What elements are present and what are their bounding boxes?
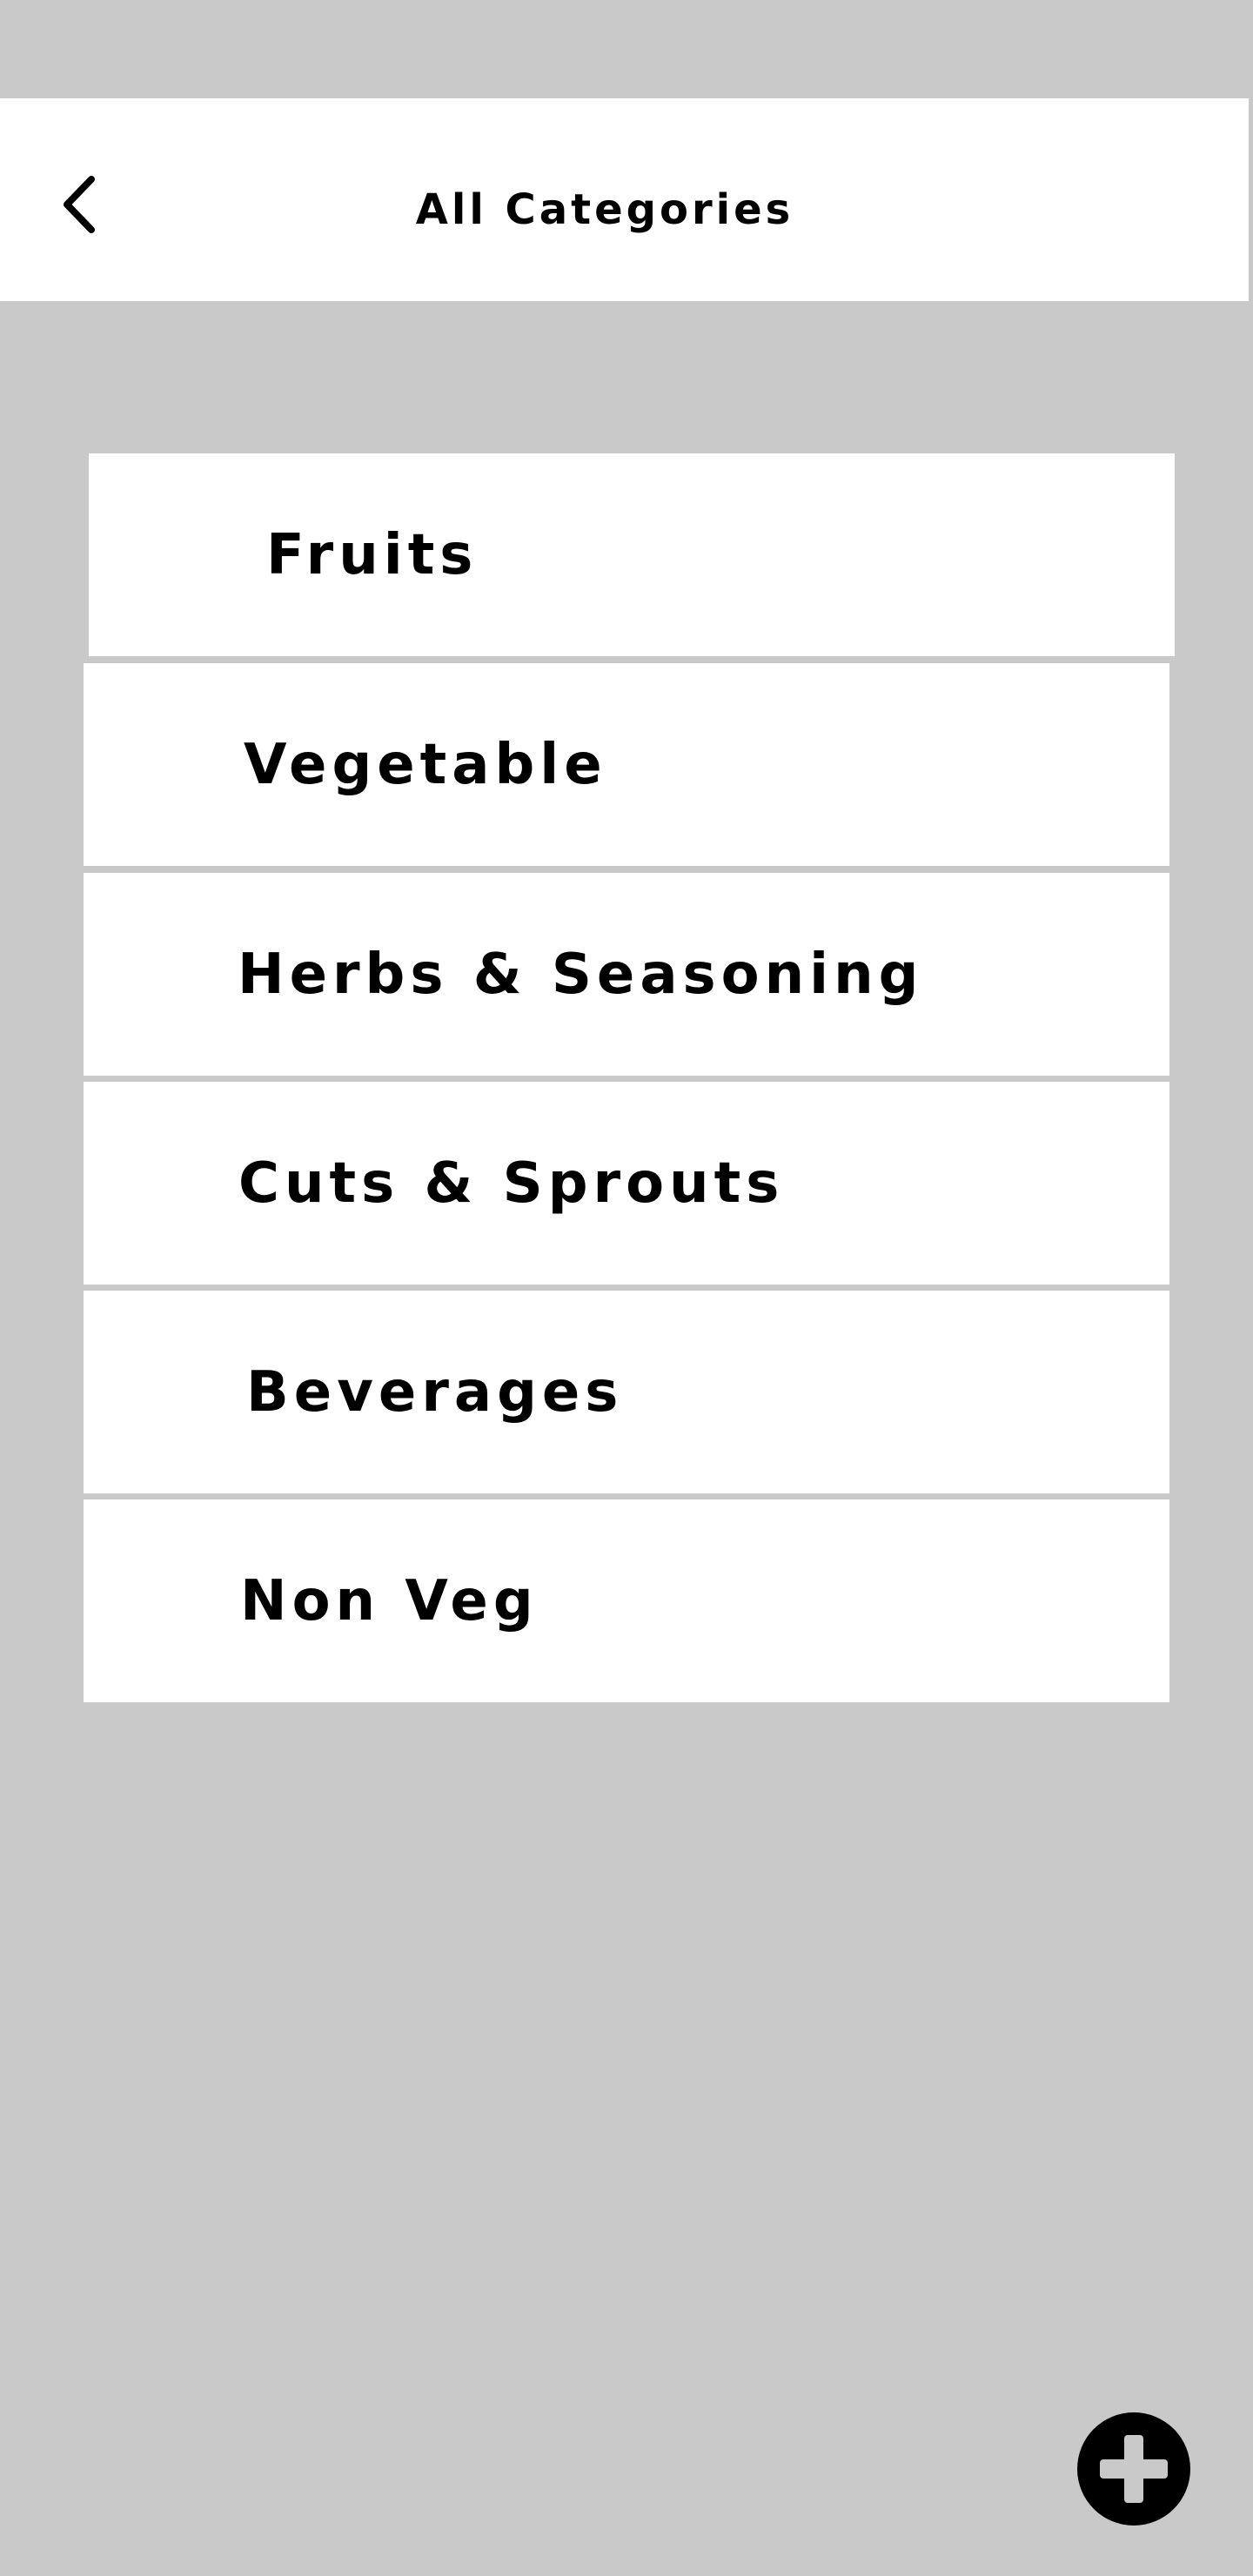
- category-item-non-veg[interactable]: Non Veg: [84, 1499, 1169, 1702]
- category-label: Vegetable: [244, 732, 607, 797]
- category-label: Herbs & Seasoning: [238, 942, 924, 1007]
- category-item-vegetable[interactable]: Vegetable: [84, 663, 1169, 866]
- category-item-fruits[interactable]: Fruits: [89, 453, 1175, 656]
- add-category-button[interactable]: [1077, 2412, 1190, 2526]
- category-label: Fruits: [266, 522, 479, 587]
- category-label: Non Veg: [240, 1568, 539, 1633]
- category-item-cuts-sprouts[interactable]: Cuts & Sprouts: [84, 1082, 1169, 1285]
- category-item-beverages[interactable]: Beverages: [84, 1291, 1169, 1493]
- page-title: All Categories: [415, 185, 794, 234]
- category-item-herbs-seasoning[interactable]: Herbs & Seasoning: [84, 873, 1169, 1076]
- category-label: Cuts & Sprouts: [238, 1150, 785, 1216]
- category-label: Beverages: [246, 1359, 624, 1425]
